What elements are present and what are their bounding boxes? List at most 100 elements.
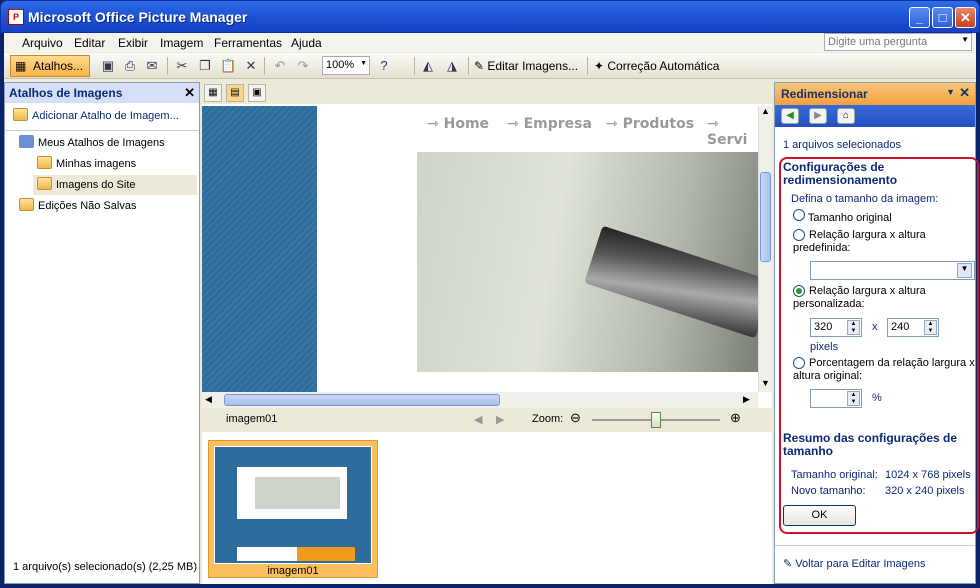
site-nav-home: ⇾ Home — [427, 116, 490, 132]
email-icon[interactable]: ✉ — [144, 58, 160, 74]
ask-question-input[interactable]: Digite uma pergunta ▼ — [824, 33, 972, 51]
shortcuts-icon — [19, 135, 34, 148]
picture-manager-icon: P — [8, 9, 24, 25]
divider — [5, 130, 199, 131]
tree-item-my-images[interactable]: Minhas imagens — [37, 154, 136, 174]
stepper-arrows-icon[interactable]: ▲ ▼ — [924, 320, 937, 335]
scroll-right-icon[interactable]: ▶ — [743, 394, 750, 405]
undo-icon[interactable]: ↶ — [272, 58, 288, 74]
scroll-down-icon[interactable]: ▼ — [761, 378, 770, 388]
add-folder-icon — [13, 108, 28, 121]
chevron-down-icon[interactable]: ▼ — [961, 35, 969, 44]
ok-button[interactable]: OK — [783, 505, 856, 526]
site-nav-company: ⇾ Empresa — [507, 116, 592, 132]
add-shortcut-link[interactable]: Adicionar Atalho de Imagem... — [13, 106, 179, 126]
radio-percent[interactable]: Porcentagem da relação largura x altura … — [793, 357, 975, 383]
menu-ferramentas[interactable]: Ferramentas — [214, 36, 282, 50]
tree-item-unsaved-edits[interactable]: Edições Não Salvas — [19, 196, 136, 216]
radio-predefined[interactable]: Relação largura x altura predefinida: — [793, 229, 973, 255]
single-view-icon[interactable]: ▣ — [248, 84, 266, 102]
vertical-scrollbar[interactable]: ▲ ▼ — [758, 106, 772, 392]
times-label: x — [872, 321, 878, 333]
thumbnail-item[interactable]: imagem01 — [208, 440, 378, 578]
pane-nav: ◀ ▶ ⌂ — [775, 105, 975, 127]
laptop-photo — [417, 152, 758, 372]
thumbnail-label: imagem01 — [267, 565, 319, 577]
menu-arquivo[interactable]: Arquivo — [22, 36, 63, 50]
edit-icon: ✎ — [474, 59, 488, 73]
image-preview: ⇾ Home ⇾ Empresa ⇾ Produtos ⇾ Servi — [202, 106, 758, 392]
close-icon[interactable]: ✕ — [959, 85, 970, 101]
print-icon[interactable]: ⎙ — [122, 58, 138, 74]
tree-item-my-shortcuts[interactable]: Meus Atalhos de Imagens — [19, 133, 165, 153]
zoom-out-icon[interactable]: ⊖ — [570, 410, 581, 426]
chevron-down-icon: ▼ — [360, 60, 367, 67]
paste-icon[interactable]: 📋 — [220, 58, 236, 74]
back-to-edit-link[interactable]: ✎ Voltar para Editar Imagens — [783, 557, 926, 570]
back-icon[interactable]: ◀ — [781, 108, 799, 124]
filmstrip: imagem01 — [202, 432, 772, 584]
section-title: Configurações de redimensionamento — [783, 160, 898, 187]
separator — [587, 57, 588, 75]
original-size-label: Tamanho original: — [791, 469, 878, 481]
horizontal-scrollbar[interactable]: ◀ ▶ — [202, 392, 758, 408]
shortcuts-button[interactable]: ▦ Atalhos... — [10, 55, 90, 77]
previous-icon[interactable]: ◀ — [474, 413, 482, 426]
width-stepper[interactable]: 320 ▲ ▼ — [810, 318, 862, 337]
menu-exibir[interactable]: Exibir — [118, 36, 148, 50]
delete-icon[interactable]: ✕ — [243, 58, 259, 74]
save-icon[interactable]: ▣ — [100, 58, 116, 74]
pane-menu-icon[interactable]: ▼ — [946, 87, 955, 97]
menu-imagem[interactable]: Imagem — [160, 36, 203, 50]
minimize-button[interactable]: _ — [909, 7, 930, 28]
zoom-in-icon[interactable]: ⊕ — [730, 410, 741, 426]
predefined-select[interactable]: ▼ — [810, 261, 975, 280]
summary-title: Resumo das configurações de tamanho — [783, 431, 958, 458]
radio-icon — [793, 229, 805, 241]
percent-stepper[interactable]: ▲ ▼ — [810, 389, 862, 408]
thumb-footer-graphic — [237, 547, 297, 561]
auto-correct-button[interactable]: ✦ Correção Automática — [592, 56, 721, 76]
forward-icon[interactable]: ▶ — [809, 108, 827, 124]
scroll-thumb[interactable] — [760, 172, 771, 262]
folder-icon — [37, 177, 52, 190]
radio-original[interactable]: Tamanho original — [793, 209, 892, 224]
thumbnail-image — [214, 446, 372, 564]
rotate-left-icon[interactable]: ◭ — [420, 58, 436, 74]
shortcuts-pane: Atalhos de Imagens ✕ Adicionar Atalho de … — [4, 82, 200, 584]
zoom-label: Zoom: — [532, 413, 564, 425]
help-icon[interactable]: ? — [376, 58, 392, 74]
percent-unit: % — [872, 392, 882, 404]
pane-title: Redimensionar ▼ ✕ — [775, 83, 975, 105]
close-icon[interactable]: ✕ — [184, 85, 195, 101]
redo-icon[interactable]: ↷ — [295, 58, 311, 74]
zoom-slider-thumb[interactable] — [651, 412, 661, 428]
menu-ajuda[interactable]: Ajuda — [291, 36, 322, 50]
scroll-up-icon[interactable]: ▲ — [761, 106, 770, 116]
scroll-left-icon[interactable]: ◀ — [205, 394, 212, 405]
pixels-label: pixels — [810, 341, 839, 353]
copy-icon[interactable]: ❐ — [197, 58, 213, 74]
zoom-select[interactable]: 100% ▼ — [322, 56, 370, 75]
laptop-graphic — [584, 225, 758, 339]
home-icon[interactable]: ⌂ — [837, 108, 855, 124]
close-button[interactable]: ✕ — [955, 7, 976, 28]
cut-icon[interactable]: ✂ — [174, 58, 190, 74]
filmstrip-view-icon[interactable]: ▤ — [226, 84, 244, 102]
scroll-thumb[interactable] — [224, 394, 500, 406]
next-icon[interactable]: ▶ — [496, 413, 504, 426]
maximize-button[interactable]: □ — [932, 7, 953, 28]
stepper-arrows-icon[interactable]: ▲ ▼ — [847, 320, 860, 335]
radio-custom[interactable]: Relação largura x altura personalizada: — [793, 285, 973, 311]
image-view: ▦ ▤ ▣ ⇾ Home ⇾ Empresa ⇾ Produtos ⇾ Serv… — [202, 82, 772, 584]
thumbnail-view-icon[interactable]: ▦ — [204, 84, 222, 102]
stepper-arrows-icon[interactable]: ▲ ▼ — [847, 391, 860, 406]
separator — [414, 57, 415, 75]
rotate-right-icon[interactable]: ◮ — [444, 58, 460, 74]
tree-item-site-images[interactable]: Imagens do Site — [33, 175, 197, 195]
pane-title: Atalhos de Imagens ✕ — [5, 83, 199, 103]
menu-editar[interactable]: Editar — [74, 36, 105, 50]
radio-selected-icon — [793, 285, 805, 297]
edit-images-button[interactable]: ✎ Editar Imagens... — [472, 56, 580, 76]
height-stepper[interactable]: 240 ▲ ▼ — [887, 318, 939, 337]
